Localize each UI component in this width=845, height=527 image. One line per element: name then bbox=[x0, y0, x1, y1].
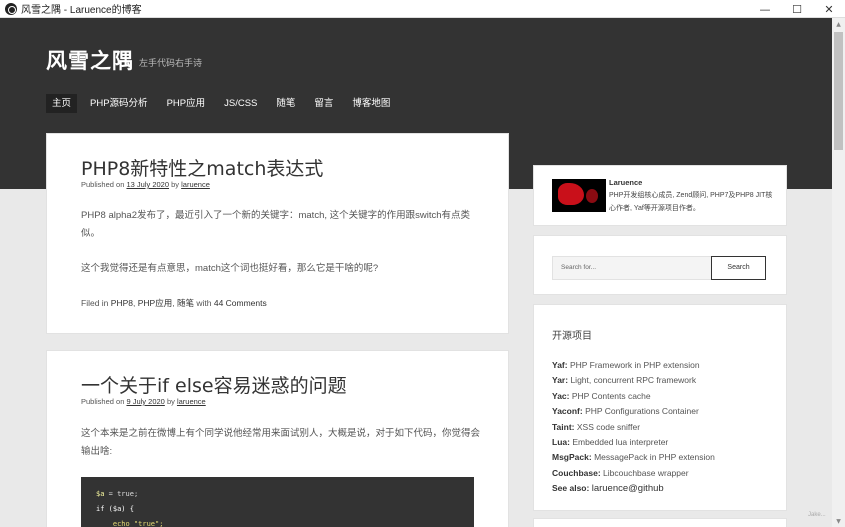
project-item: Lua: Embedded lua interpreter bbox=[552, 436, 669, 447]
category-link[interactable]: PHP8 bbox=[111, 298, 133, 308]
author-widget: Laruence PHP开发组核心成员, Zend顾问, PHP7及PHP8 J… bbox=[533, 165, 787, 226]
post-excerpt: 这个本来是之前在微博上有个同学说他经常用来面试别人，大概是说，对于如下代码，你觉… bbox=[81, 428, 481, 457]
post-excerpt: PHP8 alpha2发布了，最近引入了一个新的关键字：match, 这个关键字… bbox=[81, 210, 471, 239]
minimize-button[interactable]: — bbox=[749, 0, 781, 18]
main-nav: 主页 PHP源码分析 PHP应用 JS/CSS 随笔 留言 博客地图 bbox=[46, 94, 403, 113]
author-link[interactable]: laruence bbox=[181, 180, 210, 189]
nav-item-php-source[interactable]: PHP源码分析 bbox=[84, 94, 154, 113]
project-link[interactable]: Libcouchbase wrapper bbox=[603, 468, 689, 478]
nav-item-guestbook[interactable]: 留言 bbox=[308, 94, 339, 113]
project-link[interactable]: Embedded lua interpreter bbox=[572, 437, 668, 447]
project-link[interactable]: XSS code sniffer bbox=[577, 422, 640, 432]
project-link[interactable]: PHP Configurations Container bbox=[585, 406, 699, 416]
by-label: by bbox=[171, 180, 180, 189]
comments-link[interactable]: 44 Comments bbox=[214, 298, 267, 308]
projects-widget: 开源项目 Yaf: PHP Framework in PHP extension… bbox=[533, 304, 787, 511]
post-date-link[interactable]: 13 July 2020 bbox=[126, 180, 169, 189]
site-favicon-icon bbox=[5, 2, 17, 15]
post-date-link[interactable]: 9 July 2020 bbox=[126, 397, 164, 406]
nav-item-home[interactable]: 主页 bbox=[46, 94, 78, 113]
post-excerpt: 这个我觉得还是有点意思，match这个词也挺好看，那么它是干啥的呢? bbox=[81, 263, 379, 274]
project-item: Yaf: PHP Framework in PHP extension bbox=[552, 360, 700, 370]
search-button[interactable]: Search bbox=[711, 256, 766, 280]
nav-item-sitemap[interactable]: 博客地图 bbox=[346, 94, 396, 113]
code-block: $a = true; if ($a) { echo "true"; bbox=[81, 477, 474, 527]
project-item: MsgPack: MessagePack in PHP extension bbox=[552, 452, 715, 463]
site-tagline: 左手代码右手诗 bbox=[139, 58, 203, 68]
post-meta: Published on 9 July 2020 by laruence bbox=[81, 397, 206, 406]
category-link[interactable]: PHP应用 bbox=[138, 298, 172, 308]
author-bio: PHP开发组核心成员, Zend顾问, PHP7及PHP8 JIT核心作者, Y… bbox=[609, 192, 773, 212]
filed-label: Filed in bbox=[81, 298, 109, 308]
projects-list: Yaf: PHP Framework in PHP extension Yar:… bbox=[552, 358, 715, 497]
window-title-bar: 风雪之隅 - Laruence的博客 — ☐ ✕ bbox=[0, 0, 845, 18]
search-input[interactable]: Search for... bbox=[552, 256, 712, 280]
github-link[interactable]: laruence@github bbox=[592, 483, 664, 494]
scrollbar-thumb[interactable] bbox=[834, 32, 843, 150]
published-label: Published on bbox=[81, 397, 125, 406]
project-item: Yaconf: PHP Configurations Container bbox=[552, 406, 699, 417]
with-label: with bbox=[196, 298, 212, 308]
project-item: Couchbase: Libcouchbase wrapper bbox=[552, 467, 689, 478]
search-widget: Search for... Search bbox=[533, 235, 787, 295]
sidebar-widget bbox=[533, 518, 787, 527]
window-controls: — ☐ ✕ bbox=[749, 0, 845, 18]
post-footer: Filed in PHP8, PHP应用, 随笔 with 44 Comment… bbox=[81, 298, 267, 308]
published-label: Published on bbox=[81, 180, 125, 189]
project-item: See also: laruence@github bbox=[552, 483, 664, 495]
watermark: Jake... bbox=[808, 512, 826, 518]
post-card: 一个关于if else容易迷惑的问题 Published on 9 July 2… bbox=[46, 350, 509, 527]
project-link[interactable]: MessagePack in PHP extension bbox=[594, 452, 715, 462]
nav-item-js-css[interactable]: JS/CSS bbox=[218, 94, 263, 113]
site-title[interactable]: 风雪之隅 bbox=[46, 45, 134, 75]
project-link[interactable]: PHP Contents cache bbox=[572, 391, 651, 401]
project-link[interactable]: PHP Framework in PHP extension bbox=[570, 360, 700, 370]
project-link[interactable]: Light, concurrent RPC framework bbox=[570, 375, 696, 385]
author-name: Laruence bbox=[609, 178, 643, 187]
post-title[interactable]: PHP8新特性之match表达式 bbox=[81, 154, 323, 181]
vertical-scrollbar[interactable]: ▲ ▼ bbox=[832, 18, 845, 527]
nav-item-essays[interactable]: 随笔 bbox=[270, 94, 301, 113]
maximize-button[interactable]: ☐ bbox=[781, 0, 813, 18]
project-item: Yar: Light, concurrent RPC framework bbox=[552, 375, 697, 386]
post-card: PHP8新特性之match表达式 Published on 13 July 20… bbox=[46, 133, 509, 334]
post-meta: Published on 13 July 2020 by laruence bbox=[81, 180, 210, 189]
project-item: Taint: XSS code sniffer bbox=[552, 421, 641, 432]
code-line: echo "true"; bbox=[96, 520, 164, 527]
post-title[interactable]: 一个关于if else容易迷惑的问题 bbox=[81, 371, 347, 398]
projects-heading: 开源项目 bbox=[552, 331, 592, 342]
code-line: $a = true; bbox=[96, 490, 139, 498]
scroll-down-icon[interactable]: ▼ bbox=[832, 515, 845, 527]
project-item: Yac: PHP Contents cache bbox=[552, 390, 651, 401]
by-label: by bbox=[166, 397, 175, 406]
close-button[interactable]: ✕ bbox=[813, 0, 845, 18]
code-line: if ($a) { bbox=[96, 505, 134, 513]
scroll-up-icon[interactable]: ▲ bbox=[832, 18, 845, 30]
author-avatar bbox=[552, 179, 606, 212]
nav-item-php-app[interactable]: PHP应用 bbox=[161, 94, 212, 113]
author-link[interactable]: laruence bbox=[177, 397, 206, 406]
category-link[interactable]: 随笔 bbox=[177, 298, 194, 308]
window-title: 风雪之隅 - Laruence的博客 bbox=[21, 5, 142, 16]
